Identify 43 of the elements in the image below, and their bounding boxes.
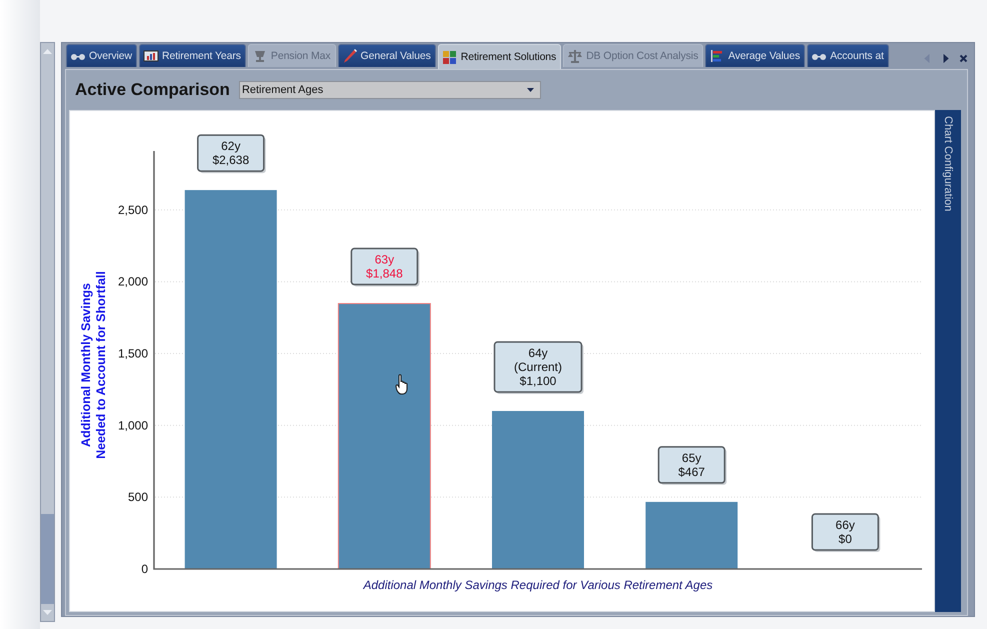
tab[interactable]: General Values — [338, 44, 436, 67]
x-tick-label: 65y — [682, 450, 702, 465]
bar[interactable] — [646, 502, 738, 569]
tab[interactable]: Retirement Solutions — [438, 44, 562, 69]
y-tick-label: 0 — [141, 562, 148, 576]
value-callout: 65y $467 — [658, 446, 727, 485]
value-callout: 63y $1,848 — [350, 248, 420, 287]
scrollbar[interactable] — [40, 42, 55, 622]
tab[interactable]: Overview — [66, 44, 137, 67]
tab[interactable]: Accounts at — [807, 44, 889, 67]
value-callout: 66y $0 — [811, 513, 880, 552]
bar[interactable] — [492, 411, 584, 569]
y-tick-label: 1,000 — [118, 418, 148, 432]
scrollbar-thumb[interactable] — [41, 514, 54, 604]
x-axis-title: Additional Monthly Savings Required for Various Retirement Ages — [363, 578, 713, 592]
x-tick-label: 63y — [374, 252, 394, 267]
x-tick-label: 66y — [836, 518, 855, 532]
section-title: Active Comparison — [75, 80, 230, 100]
y-tick-label: 500 — [128, 490, 148, 504]
value-callout: 64y (Current) $1,100 — [494, 341, 584, 394]
x-tick-label: 64y — [528, 346, 548, 360]
bar[interactable] — [184, 190, 277, 569]
close-icon[interactable] — [959, 54, 968, 62]
hand-cursor-icon — [396, 374, 408, 394]
comparison-dropdown[interactable]: Retirement Ages — [238, 81, 541, 99]
value-callout: 62y $2,638 — [197, 134, 266, 174]
scale-icon — [567, 48, 584, 64]
puzzle-icon — [442, 49, 458, 65]
tab[interactable]: Retirement Years — [138, 44, 246, 67]
tab[interactable]: Average Values — [705, 44, 806, 67]
pencil-icon — [342, 48, 358, 64]
y-tick-label: 2,500 — [118, 202, 148, 217]
y-axis-title: Additional Monthly Savings Needed to Account for Shortfall — [79, 271, 108, 459]
scroll-up-icon[interactable] — [43, 49, 52, 54]
x-tick-label: 62y — [221, 139, 240, 154]
dropdown-caret-icon — [526, 88, 534, 92]
y-tick-label: 2,000 — [118, 274, 148, 289]
y-tick-label: 1,500 — [118, 346, 148, 361]
bar[interactable] — [338, 303, 431, 570]
chart-configuration-tab[interactable]: Chart Configuration — [935, 110, 961, 612]
scroll-right-icon[interactable] — [941, 54, 950, 62]
scroll-down-icon[interactable] — [43, 610, 52, 615]
chart-icon — [142, 48, 159, 64]
